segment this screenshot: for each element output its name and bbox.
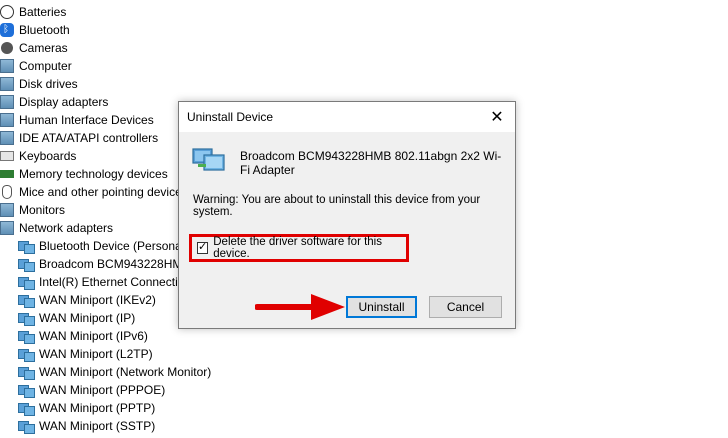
tree-item-display-adapters[interactable]: Display adapters <box>0 93 108 111</box>
tree-item-batteries[interactable]: Batteries <box>0 3 66 21</box>
tree-item-label: Mice and other pointing device <box>19 185 182 199</box>
keyboard-icon <box>0 151 14 161</box>
network-adapter-icon <box>18 383 35 398</box>
hid-icon <box>0 113 14 127</box>
tree-item-label: WAN Miniport (L2TP) <box>39 347 153 361</box>
tree-child-item[interactable]: Bluetooth Device (Personal <box>18 237 184 255</box>
delete-driver-checkbox[interactable] <box>197 240 209 254</box>
tree-item-label: Intel(R) Ethernet Connectio <box>39 275 185 289</box>
tree-child-item[interactable]: WAN Miniport (PPPOE) <box>18 381 165 399</box>
tree-item-ide-controllers[interactable]: IDE ATA/ATAPI controllers <box>0 129 158 147</box>
network-adapter-icon <box>18 401 35 416</box>
bluetooth-icon <box>0 21 14 39</box>
network-adapter-icon <box>18 365 35 380</box>
tree-item-label: Bluetooth Device (Personal <box>39 239 185 253</box>
tree-item-label: Computer <box>19 59 72 73</box>
network-adapter-icon <box>18 329 35 344</box>
network-adapter-icon <box>18 347 35 362</box>
uninstall-button[interactable]: Uninstall <box>346 296 417 318</box>
tree-item-network-adapters[interactable]: Network adapters <box>0 219 113 237</box>
tree-item-label: WAN Miniport (PPTP) <box>39 401 156 415</box>
mouse-icon <box>2 185 12 199</box>
tree-item-label: Batteries <box>19 5 67 19</box>
tree-child-item[interactable]: WAN Miniport (Network Monitor) <box>18 363 211 381</box>
network-adapter-icon <box>18 293 35 308</box>
tree-item-label: Cameras <box>19 41 68 55</box>
computer-icon <box>0 59 14 73</box>
network-adapter-icon <box>18 239 35 254</box>
annotation-arrow-icon <box>255 294 345 320</box>
camera-icon <box>1 42 13 54</box>
tree-item-disk-drives[interactable]: Disk drives <box>0 75 78 93</box>
tree-item-label: Keyboards <box>19 149 77 163</box>
network-adapter-icon <box>18 311 35 326</box>
tree-item-computer[interactable]: Computer <box>0 57 72 75</box>
tree-item-label: Human Interface Devices <box>19 113 154 127</box>
network-adapter-icon <box>0 221 14 235</box>
ide-controller-icon <box>0 131 14 145</box>
tree-item-label: WAN Miniport (Network Monitor) <box>39 365 212 379</box>
network-adapter-icon <box>18 419 35 434</box>
delete-driver-highlight: Delete the driver software for this devi… <box>189 234 409 262</box>
tree-child-item[interactable]: WAN Miniport (SSTP) <box>18 417 155 435</box>
tree-item-monitors[interactable]: Monitors <box>0 201 65 219</box>
tree-item-keyboards[interactable]: Keyboards <box>0 147 76 165</box>
tree-item-label: WAN Miniport (PPPOE) <box>39 383 166 397</box>
tree-item-label: WAN Miniport (SSTP) <box>39 419 156 433</box>
tree-item-label: Bluetooth <box>19 23 70 37</box>
tree-item-label: WAN Miniport (IPv6) <box>39 329 148 343</box>
network-adapter-icon <box>192 148 225 171</box>
tree-item-label: Broadcom BCM943228HM <box>39 257 183 271</box>
tree-item-memory[interactable]: Memory technology devices <box>0 165 168 183</box>
tree-item-hid[interactable]: Human Interface Devices <box>0 111 154 129</box>
network-adapter-icon <box>18 257 35 272</box>
tree-item-label: IDE ATA/ATAPI controllers <box>19 131 159 145</box>
disk-drive-icon <box>0 77 14 91</box>
dialog-title: Uninstall Device <box>187 110 274 124</box>
memory-icon <box>0 170 14 178</box>
tree-item-label: Memory technology devices <box>19 167 168 181</box>
tree-child-item[interactable]: WAN Miniport (IP) <box>18 309 135 327</box>
tree-item-label: Disk drives <box>19 77 78 91</box>
monitor-icon <box>0 203 14 217</box>
tree-item-label: Network adapters <box>19 221 114 235</box>
tree-child-item[interactable]: WAN Miniport (PPTP) <box>18 399 155 417</box>
warning-text: Warning: You are about to uninstall this… <box>193 194 481 218</box>
tree-item-label: Display adapters <box>19 95 109 109</box>
display-adapter-icon <box>0 95 14 109</box>
tree-item-label: Monitors <box>19 203 66 217</box>
tree-child-item[interactable]: WAN Miniport (IKEv2) <box>18 291 156 309</box>
tree-child-item[interactable]: Intel(R) Ethernet Connectio <box>18 273 184 291</box>
battery-icon <box>0 5 14 19</box>
tree-child-item[interactable]: WAN Miniport (L2TP) <box>18 345 153 363</box>
close-button[interactable]: ✕ <box>483 104 511 130</box>
tree-item-bluetooth[interactable]: Bluetooth <box>0 21 70 39</box>
tree-item-label: WAN Miniport (IKEv2) <box>39 293 156 307</box>
cancel-button[interactable]: Cancel <box>429 296 502 318</box>
close-icon: ✕ <box>490 107 504 126</box>
network-adapter-icon <box>18 275 35 290</box>
tree-child-item[interactable]: WAN Miniport (IPv6) <box>18 327 148 345</box>
tree-item-cameras[interactable]: Cameras <box>0 39 68 57</box>
delete-driver-label[interactable]: Delete the driver software for this devi… <box>213 236 406 260</box>
tree-item-mice[interactable]: Mice and other pointing device <box>0 183 182 201</box>
dialog-titlebar[interactable]: Uninstall Device ✕ <box>179 102 515 132</box>
uninstall-device-dialog: Uninstall Device ✕ Broadcom BCM943228HMB… <box>178 101 516 329</box>
tree-item-label: WAN Miniport (IP) <box>39 311 136 325</box>
device-name: Broadcom BCM943228HMB 802.11abgn 2x2 Wi-… <box>240 149 502 177</box>
tree-child-item[interactable]: Broadcom BCM943228HM <box>18 255 182 273</box>
